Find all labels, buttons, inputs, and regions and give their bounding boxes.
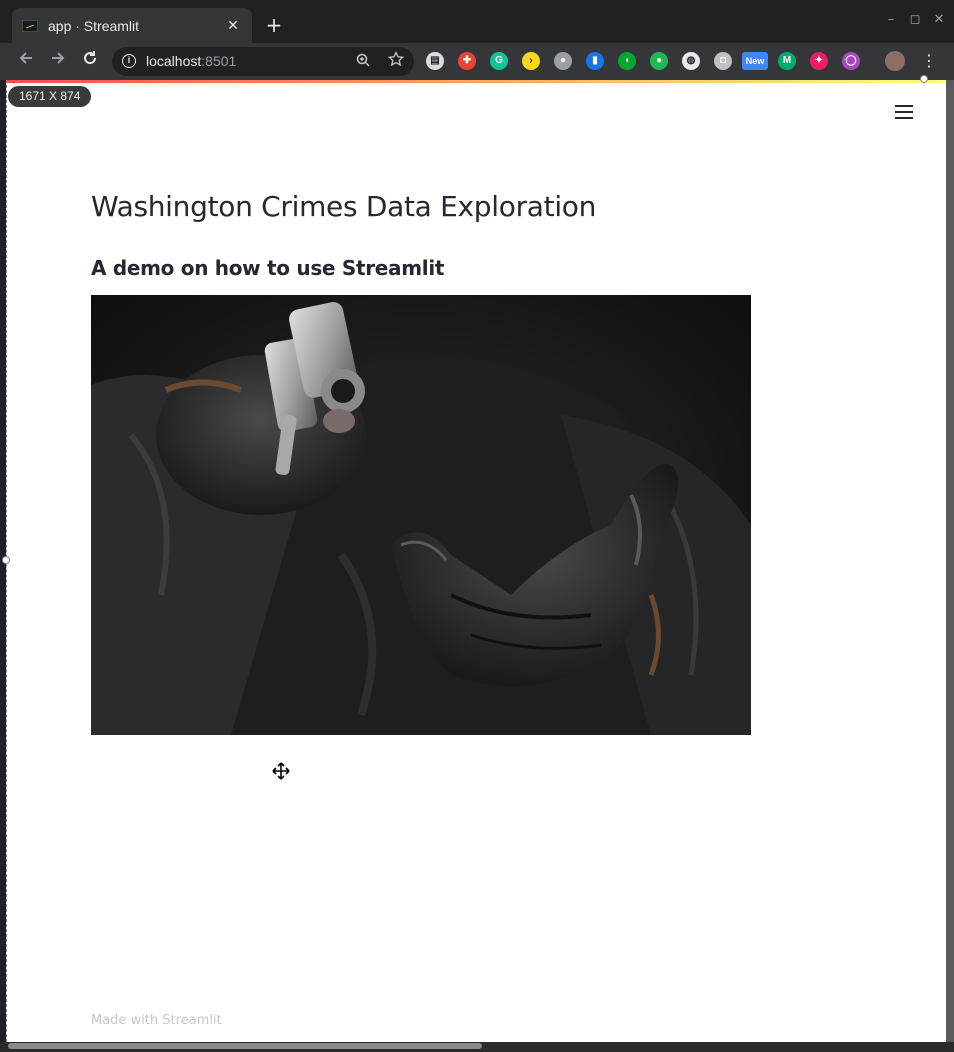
camera-extension-icon[interactable]: ◘ bbox=[714, 52, 732, 70]
terminal-favicon-icon bbox=[22, 19, 38, 32]
streamlit-decoration-bar bbox=[7, 80, 947, 83]
maximize-icon[interactable]: ◻ bbox=[908, 12, 922, 27]
page-viewport: 1671 X 874 Washington Crimes Data Explor… bbox=[6, 80, 947, 1042]
forward-icon[interactable] bbox=[46, 50, 70, 74]
settings-extension-icon[interactable]: ● bbox=[554, 52, 572, 70]
grammarly-icon[interactable]: G bbox=[490, 52, 508, 70]
arrow-extension-icon[interactable]: › bbox=[522, 52, 540, 70]
medical-extension-icon[interactable]: ✚ bbox=[458, 52, 476, 70]
new-badge-extension-icon[interactable]: New bbox=[742, 52, 768, 70]
reload-icon[interactable] bbox=[78, 50, 102, 74]
hero-image-graphic bbox=[91, 295, 751, 735]
browser-toolbar: i localhost:8501 ▤ ✚ G › ● ▮ ◖ ● ◍ ◘ New M ✦ ◯ ⋮ bbox=[0, 43, 954, 80]
site-info-icon[interactable]: i bbox=[122, 54, 136, 68]
browser-titlebar: app · Streamlit ✕ + – ◻ ✕ bbox=[0, 0, 954, 43]
close-tab-icon[interactable]: ✕ bbox=[224, 18, 242, 34]
alien-extension-icon[interactable]: ◍ bbox=[682, 52, 700, 70]
evernote-icon[interactable]: ◖ bbox=[618, 52, 636, 70]
new-tab-button[interactable]: + bbox=[262, 12, 286, 38]
profile-avatar[interactable] bbox=[885, 51, 905, 71]
address-bar[interactable]: i localhost:8501 bbox=[112, 47, 414, 76]
puzzle-extension-icon[interactable]: ✦ bbox=[810, 52, 828, 70]
url-text[interactable]: localhost:8501 bbox=[146, 53, 236, 69]
zoom-icon[interactable] bbox=[356, 53, 370, 71]
back-icon[interactable] bbox=[14, 50, 38, 74]
footer-made-with-streamlit[interactable]: Made with Streamlit bbox=[91, 1013, 222, 1028]
browser-tab[interactable]: app · Streamlit ✕ bbox=[12, 8, 252, 43]
horizontal-scroll-thumb[interactable] bbox=[8, 1043, 482, 1049]
page-right-edge bbox=[946, 80, 954, 1042]
hero-image bbox=[91, 295, 751, 735]
window-controls: – ◻ ✕ bbox=[884, 12, 946, 27]
document-extension-icon[interactable]: ▤ bbox=[426, 52, 444, 70]
bookmark-extension-icon[interactable]: ▮ bbox=[586, 52, 604, 70]
bookmark-star-icon[interactable] bbox=[387, 50, 405, 71]
move-cursor-icon bbox=[272, 762, 290, 780]
close-window-icon[interactable]: ✕ bbox=[932, 12, 946, 27]
dimension-badge: 1671 X 874 bbox=[8, 86, 92, 107]
url-port: :8501 bbox=[201, 53, 237, 69]
page-title: Washington Crimes Data Exploration bbox=[91, 190, 597, 223]
page-subtitle: A demo on how to use Streamlit bbox=[91, 256, 445, 280]
minimize-icon[interactable]: – bbox=[884, 12, 898, 27]
tab-title: app · Streamlit bbox=[48, 17, 140, 34]
leaf-extension-icon[interactable]: ● bbox=[650, 52, 668, 70]
ring-extension-icon[interactable]: ◯ bbox=[842, 52, 860, 70]
hamburger-menu-icon[interactable] bbox=[895, 104, 915, 120]
url-host: localhost bbox=[146, 53, 202, 69]
medium-icon[interactable]: M bbox=[778, 52, 796, 70]
menu-kebab-icon[interactable]: ⋮ bbox=[917, 50, 941, 74]
resize-handle-top-right[interactable] bbox=[920, 75, 928, 83]
resize-handle-left[interactable] bbox=[2, 556, 10, 564]
